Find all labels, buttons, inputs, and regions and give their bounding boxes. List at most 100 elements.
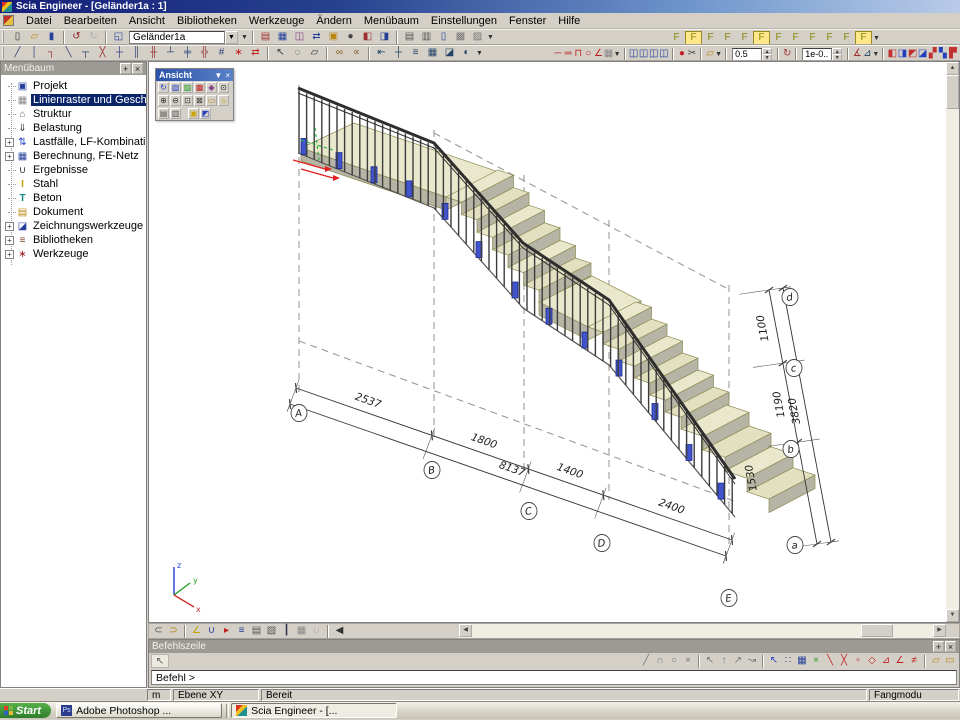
anno-f-5-icon[interactable]: F: [736, 31, 753, 45]
anno-f-6-icon[interactable]: F: [753, 31, 770, 45]
dropdown-arrow-icon[interactable]: ▼: [475, 50, 484, 57]
clip-box-icon[interactable]: ▭: [206, 95, 217, 106]
ruler-small-icon[interactable]: ⊿: [862, 47, 872, 61]
sidebar-item-zeichnung[interactable]: +◪Zeichnungswerkzeuge: [5, 219, 146, 233]
ep-3-icon[interactable]: ▫: [851, 654, 865, 668]
beam-col-3-icon[interactable]: ┐: [43, 46, 60, 60]
task-button-scia[interactable]: Scia Engineer - [...: [231, 703, 397, 718]
member-red-2-icon[interactable]: ◨: [897, 47, 907, 61]
expand-icon[interactable]: +: [5, 152, 14, 161]
spin-down-icon[interactable]: ▼: [832, 54, 842, 61]
anno-f-8-icon[interactable]: F: [787, 31, 804, 45]
document-view-icon[interactable]: ▯: [435, 30, 452, 44]
open-file-icon[interactable]: ▱: [26, 30, 43, 44]
mdi-document-icon[interactable]: [3, 15, 14, 26]
line-red-icon[interactable]: ─: [553, 47, 563, 61]
copy-win-1-icon[interactable]: ◫: [629, 47, 639, 61]
member-red-4-icon[interactable]: ◪: [918, 47, 928, 61]
snap-line-icon[interactable]: ╱: [639, 654, 653, 668]
select-lasso-icon[interactable]: ◌: [289, 46, 306, 60]
flag-display-icon[interactable]: ▸: [219, 624, 234, 638]
angle-red-icon[interactable]: ∠: [593, 47, 603, 61]
grid-gray-icon[interactable]: ▦: [603, 47, 613, 61]
project-combobox-value[interactable]: Geländer1a: [129, 31, 225, 44]
pin-icon[interactable]: +: [933, 641, 944, 652]
ep-1-icon[interactable]: ╲: [823, 654, 837, 668]
scissors-icon[interactable]: ✂: [687, 47, 697, 61]
ep-5-icon[interactable]: ⊿: [879, 654, 893, 668]
print-preview-icon[interactable]: ▥: [418, 30, 435, 44]
close-icon[interactable]: ×: [132, 63, 143, 74]
mesh-display-icon[interactable]: ▦: [294, 624, 309, 638]
select-poly-icon[interactable]: ▱: [306, 46, 323, 60]
dropdown-arrow-icon[interactable]: ▼: [614, 51, 621, 58]
weld-red-icon[interactable]: ●: [677, 47, 687, 61]
new-file-icon[interactable]: ▯: [9, 30, 26, 44]
anno-f-4-icon[interactable]: F: [719, 31, 736, 45]
window-new-icon[interactable]: ◱: [110, 30, 127, 44]
pick-1-icon[interactable]: ↖: [703, 654, 717, 668]
snap-erase-icon[interactable]: ×: [681, 654, 695, 668]
close-icon[interactable]: ×: [225, 71, 230, 80]
member-red-3-icon[interactable]: ◩: [908, 47, 918, 61]
horizontal-scrollbar[interactable]: ◀ ▶: [459, 624, 959, 638]
angle-display-icon[interactable]: ∠: [189, 624, 204, 638]
camera-tool-icon[interactable]: ◐: [458, 46, 475, 60]
chevron-down-icon[interactable]: ▼: [214, 71, 222, 80]
menu-bearbeiten[interactable]: Bearbeiten: [58, 14, 123, 28]
sidebar-item-ergebnisse[interactable]: ∪Ergebnisse: [5, 163, 146, 177]
vertical-scroll-thumb[interactable]: [946, 75, 959, 109]
snap-circle-icon[interactable]: ○: [667, 654, 681, 668]
view-x-icon[interactable]: ▧: [170, 82, 181, 93]
menu-fenster[interactable]: Fenster: [503, 14, 552, 28]
menu-hilfe[interactable]: Hilfe: [552, 14, 586, 28]
render-display-icon[interactable]: ▧: [264, 624, 279, 638]
dropdown-arrow-icon[interactable]: ▼: [486, 34, 495, 41]
pick-3-icon[interactable]: ↗: [731, 654, 745, 668]
view-palette-titlebar[interactable]: Ansicht ▼ ×: [156, 69, 233, 81]
link-oo-icon[interactable]: ∞: [331, 46, 348, 60]
dropdown-arrow-icon[interactable]: ▼: [872, 35, 881, 42]
dropdown-arrow-icon[interactable]: ▼: [872, 51, 879, 58]
sidebar-item-linienraster[interactable]: ▦Linienraster und Geschosse: [5, 93, 146, 107]
beam-col-12-icon[interactable]: ╬: [196, 46, 213, 60]
menu-einstellungen[interactable]: Einstellungen: [425, 14, 503, 28]
copy-win-3-icon[interactable]: ◫: [649, 47, 659, 61]
drawing-gallery-icon[interactable]: ▨: [469, 30, 486, 44]
sidebar-item-beton[interactable]: TBeton: [5, 191, 146, 205]
anno-f-12-icon[interactable]: F: [855, 31, 872, 45]
member-check-icon[interactable]: ◫: [291, 30, 308, 44]
command-input[interactable]: Befehl >: [151, 670, 957, 685]
view-z-icon[interactable]: ▩: [194, 82, 205, 93]
combobox-dropdown-icon[interactable]: ▼: [225, 31, 238, 44]
storey-tool-icon[interactable]: ≡: [407, 46, 424, 60]
sidebar-item-projekt[interactable]: ▣Projekt: [5, 79, 146, 93]
task-button-photoshop[interactable]: PsAdobe Photoshop ...: [56, 703, 222, 718]
ep-7-icon[interactable]: ≠: [907, 654, 921, 668]
link-co-icon[interactable]: ∝: [348, 46, 365, 60]
sidebar-item-lastfaelle[interactable]: +⇅Lastfälle, LF-Kombinationen: [5, 135, 146, 149]
sidebar-item-berechnung[interactable]: +▦Berechnung, FE-Netz: [5, 149, 146, 163]
pick-4-icon[interactable]: ↝: [745, 654, 759, 668]
level-display-icon[interactable]: ≡: [234, 624, 249, 638]
zoom-in-icon[interactable]: ⊕: [158, 95, 169, 106]
expand-icon[interactable]: +: [5, 250, 14, 259]
render-window-icon[interactable]: ▣: [188, 108, 199, 119]
expand-icon[interactable]: +: [5, 236, 14, 245]
expand-icon[interactable]: +: [5, 138, 14, 147]
dropdown-arrow-icon[interactable]: ▼: [240, 34, 249, 41]
circle-red-icon[interactable]: ○: [583, 47, 593, 61]
offset-red-icon[interactable]: ═: [563, 47, 573, 61]
clip-b-icon[interactable]: ⊃: [166, 624, 181, 638]
anno-f-2-icon[interactable]: F: [685, 31, 702, 45]
anno-f-9-icon[interactable]: F: [804, 31, 821, 45]
light-bulb-icon[interactable]: ☼: [218, 95, 229, 106]
ep-4-icon[interactable]: ◇: [865, 654, 879, 668]
window-split-2-icon[interactable]: ◨: [376, 30, 393, 44]
sidebar-item-bibliotheken[interactable]: +≡Bibliotheken: [5, 233, 146, 247]
result-display-icon[interactable]: ∪: [309, 624, 324, 638]
sidebar-item-dokument[interactable]: ▤Dokument: [5, 205, 146, 219]
select-cursor-icon[interactable]: ↖: [272, 46, 289, 60]
pin-icon[interactable]: +: [120, 63, 131, 74]
sidebar-item-stahl[interactable]: IStahl: [5, 177, 146, 191]
